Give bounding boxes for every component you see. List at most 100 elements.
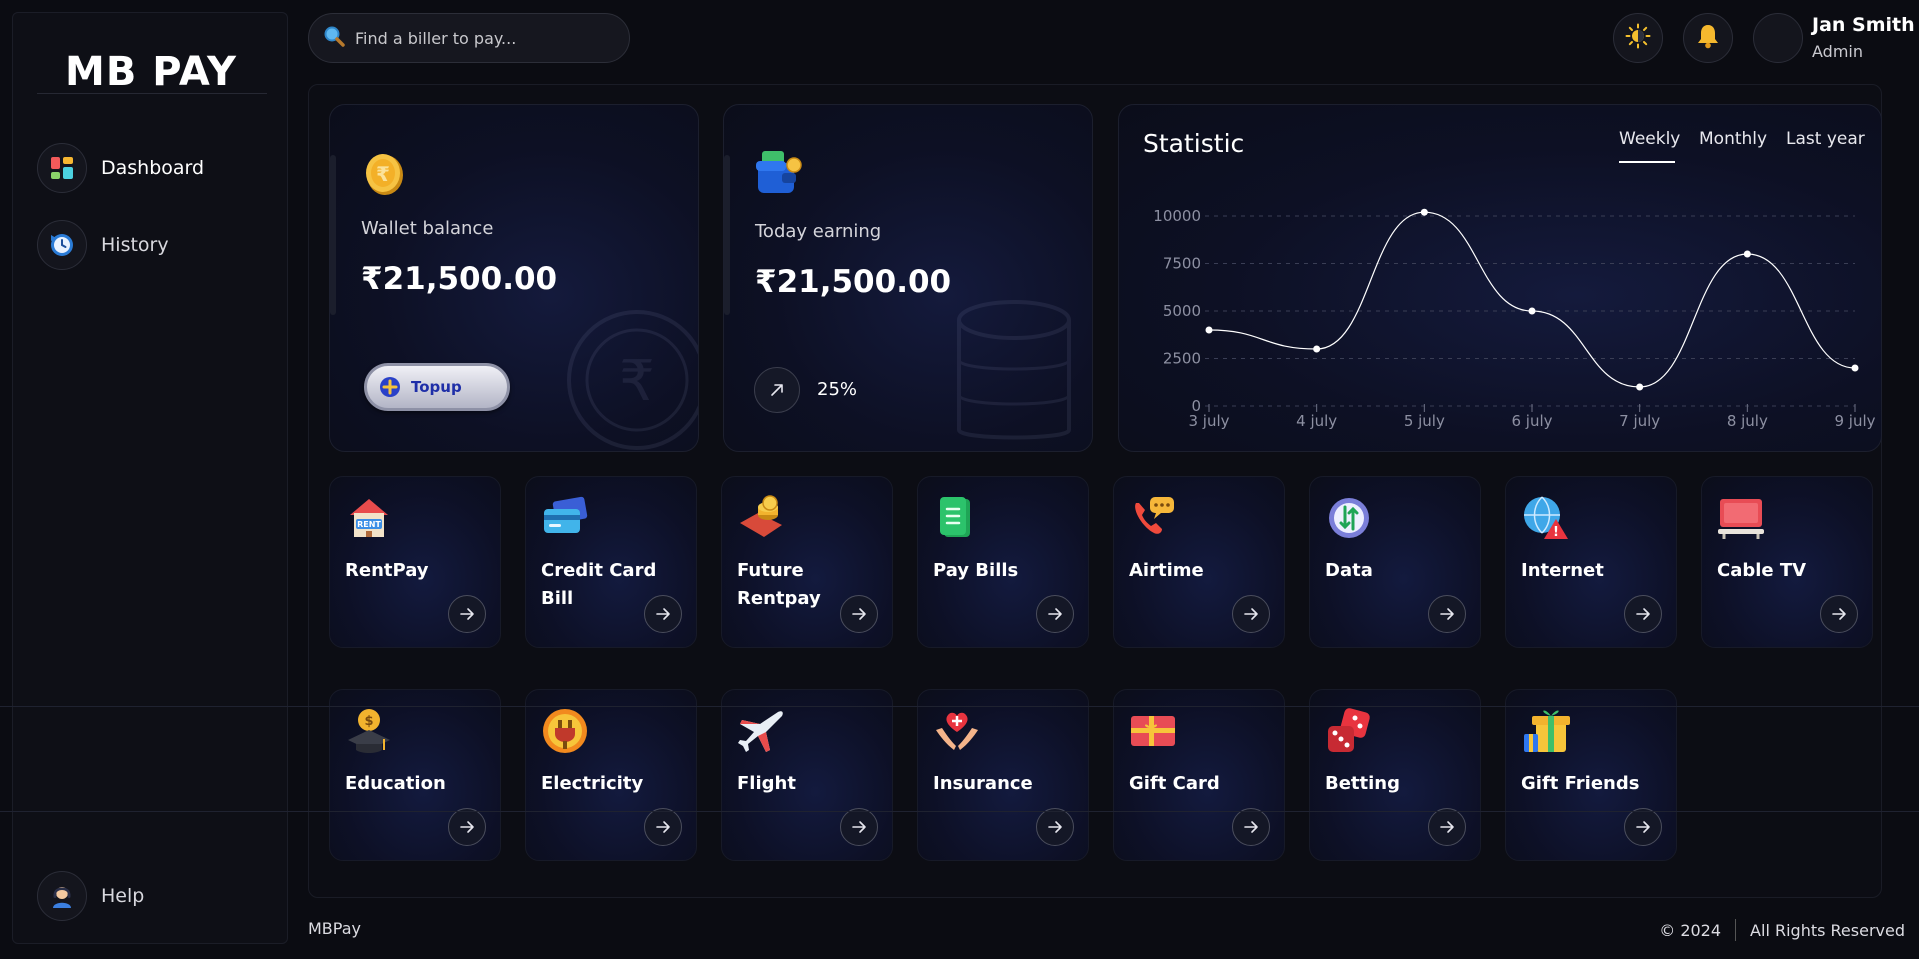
today-earning-card: Today earning ₹21,500.00 25% bbox=[723, 104, 1093, 452]
svg-text:$: $ bbox=[364, 714, 373, 729]
plug-icon bbox=[540, 706, 590, 756]
arrow-right-button[interactable] bbox=[1624, 808, 1662, 846]
service-tile-betting[interactable]: Betting bbox=[1309, 689, 1481, 861]
service-tile-credit-card-bill[interactable]: Credit Card Bill bbox=[525, 476, 697, 648]
svg-text:₹: ₹ bbox=[619, 349, 655, 414]
arrow-right-icon bbox=[1634, 818, 1652, 836]
arrow-right-icon bbox=[1242, 605, 1260, 623]
footer-rights: All Rights Reserved bbox=[1750, 920, 1905, 940]
bell-icon bbox=[1696, 23, 1720, 53]
user-role: Admin bbox=[1812, 42, 1863, 61]
data-point bbox=[1420, 208, 1428, 216]
service-name: Airtime bbox=[1129, 560, 1204, 581]
avatar[interactable] bbox=[1753, 13, 1803, 63]
sidebar-item-label: History bbox=[101, 234, 169, 256]
arrow-right-button[interactable] bbox=[448, 595, 486, 633]
earning-change-value: 25% bbox=[817, 379, 858, 400]
y-tick-label: 2500 bbox=[1163, 350, 1201, 368]
data-point bbox=[1743, 250, 1751, 258]
card-accent bbox=[330, 155, 336, 315]
arrow-up-right-icon bbox=[767, 380, 787, 400]
arrow-right-button[interactable] bbox=[1428, 595, 1466, 633]
sidebar: MB PAY Dashboard History Help bbox=[12, 12, 288, 944]
x-tick-label: 5 july bbox=[1404, 412, 1445, 430]
trend-up-button[interactable] bbox=[754, 367, 800, 413]
arrow-right-button[interactable] bbox=[1820, 595, 1858, 633]
service-name: Data bbox=[1325, 560, 1373, 581]
footer-copyright: © 2024 bbox=[1659, 920, 1722, 940]
service-name: Betting bbox=[1325, 773, 1401, 794]
arrow-right-button[interactable] bbox=[644, 808, 682, 846]
arrow-right-icon bbox=[654, 605, 672, 623]
service-name: Education bbox=[345, 773, 446, 794]
x-tick-label: 6 july bbox=[1511, 412, 1552, 430]
service-tile-future-rentpay[interactable]: Future Rentpay bbox=[721, 476, 893, 648]
arrow-right-button[interactable] bbox=[1232, 595, 1270, 633]
dice-icon bbox=[1324, 706, 1374, 756]
sidebar-item-label: Dashboard bbox=[101, 157, 205, 179]
service-name: Gift Card bbox=[1129, 773, 1220, 794]
coin-stack-watermark-icon bbox=[957, 300, 1071, 440]
dashboard-grid-icon bbox=[37, 143, 87, 193]
card-accent bbox=[724, 155, 730, 315]
search-icon bbox=[323, 25, 345, 51]
data-point bbox=[1528, 307, 1536, 315]
notifications-button[interactable] bbox=[1683, 13, 1733, 63]
service-name: Cable TV bbox=[1717, 560, 1807, 581]
today-earning-amount: ₹21,500.00 bbox=[755, 264, 952, 300]
coins-icon bbox=[736, 493, 786, 543]
service-tile-airtime[interactable]: Airtime bbox=[1113, 476, 1285, 648]
arrow-right-icon bbox=[1242, 818, 1260, 836]
theme-toggle-button[interactable] bbox=[1613, 13, 1663, 63]
statistic-line-chart: 0250050007500100003 july 4 july 5 july 6 ju… bbox=[1153, 207, 1875, 430]
service-tile-education[interactable]: $ Education bbox=[329, 689, 501, 861]
footer-brand: MBPay bbox=[308, 919, 361, 938]
sidebar-item-label: Help bbox=[101, 885, 145, 907]
search-bar[interactable] bbox=[308, 13, 630, 63]
service-name: Insurance bbox=[933, 773, 1033, 794]
service-tile-internet[interactable]: ! Internet bbox=[1505, 476, 1677, 648]
arrow-right-button[interactable] bbox=[1624, 595, 1662, 633]
arrow-right-icon bbox=[1046, 605, 1064, 623]
wallet-balance-amount: ₹21,500.00 bbox=[361, 261, 558, 297]
rent-house-icon: RENT bbox=[344, 493, 394, 543]
svg-text:₹: ₹ bbox=[376, 162, 390, 186]
arrow-right-icon bbox=[654, 818, 672, 836]
arrow-right-button[interactable] bbox=[1232, 808, 1270, 846]
service-tile-rentpay[interactable]: RENT RentPay bbox=[329, 476, 501, 648]
rupee-coin-icon: ₹ bbox=[363, 152, 405, 200]
arrow-right-button[interactable] bbox=[644, 595, 682, 633]
y-tick-label: 10000 bbox=[1153, 207, 1201, 225]
service-tile-insurance[interactable]: Insurance bbox=[917, 689, 1089, 861]
service-tile-gift-friends[interactable]: Gift Friends bbox=[1505, 689, 1677, 861]
arrow-right-button[interactable] bbox=[1428, 808, 1466, 846]
service-tile-data[interactable]: Data bbox=[1309, 476, 1481, 648]
sidebar-item-help[interactable]: Help bbox=[37, 871, 144, 921]
divider-line bbox=[0, 706, 1919, 707]
service-name: Pay Bills bbox=[933, 560, 1019, 581]
data-point bbox=[1313, 345, 1321, 353]
sidebar-item-history[interactable]: History bbox=[37, 220, 169, 270]
service-tile-cable-tv[interactable]: Cable TV bbox=[1701, 476, 1873, 648]
arrow-right-button[interactable] bbox=[840, 808, 878, 846]
x-tick-label: 9 july bbox=[1834, 412, 1875, 430]
service-name: Electricity bbox=[541, 773, 644, 794]
arrow-right-button[interactable] bbox=[840, 595, 878, 633]
arrow-right-button[interactable] bbox=[1036, 808, 1074, 846]
divider-line bbox=[0, 811, 1919, 812]
x-tick-label: 7 july bbox=[1619, 412, 1660, 430]
search-input[interactable] bbox=[355, 28, 605, 48]
service-tile-electricity[interactable]: Electricity bbox=[525, 689, 697, 861]
hands-heart-icon bbox=[932, 706, 982, 756]
sidebar-item-dashboard[interactable]: Dashboard bbox=[37, 143, 204, 193]
arrow-right-icon bbox=[1438, 818, 1456, 836]
globe-alert-icon: ! bbox=[1520, 493, 1570, 543]
service-tile-pay-bills[interactable]: Pay Bills bbox=[917, 476, 1089, 648]
service-tile-gift-card[interactable]: Gift Card bbox=[1113, 689, 1285, 861]
wallet-balance-label: Wallet balance bbox=[361, 218, 494, 239]
topup-button[interactable]: Topup bbox=[364, 363, 510, 411]
service-tile-flight[interactable]: Flight bbox=[721, 689, 893, 861]
arrow-right-button[interactable] bbox=[1036, 595, 1074, 633]
graduation-cap-icon: $ bbox=[344, 706, 394, 756]
arrow-right-button[interactable] bbox=[448, 808, 486, 846]
